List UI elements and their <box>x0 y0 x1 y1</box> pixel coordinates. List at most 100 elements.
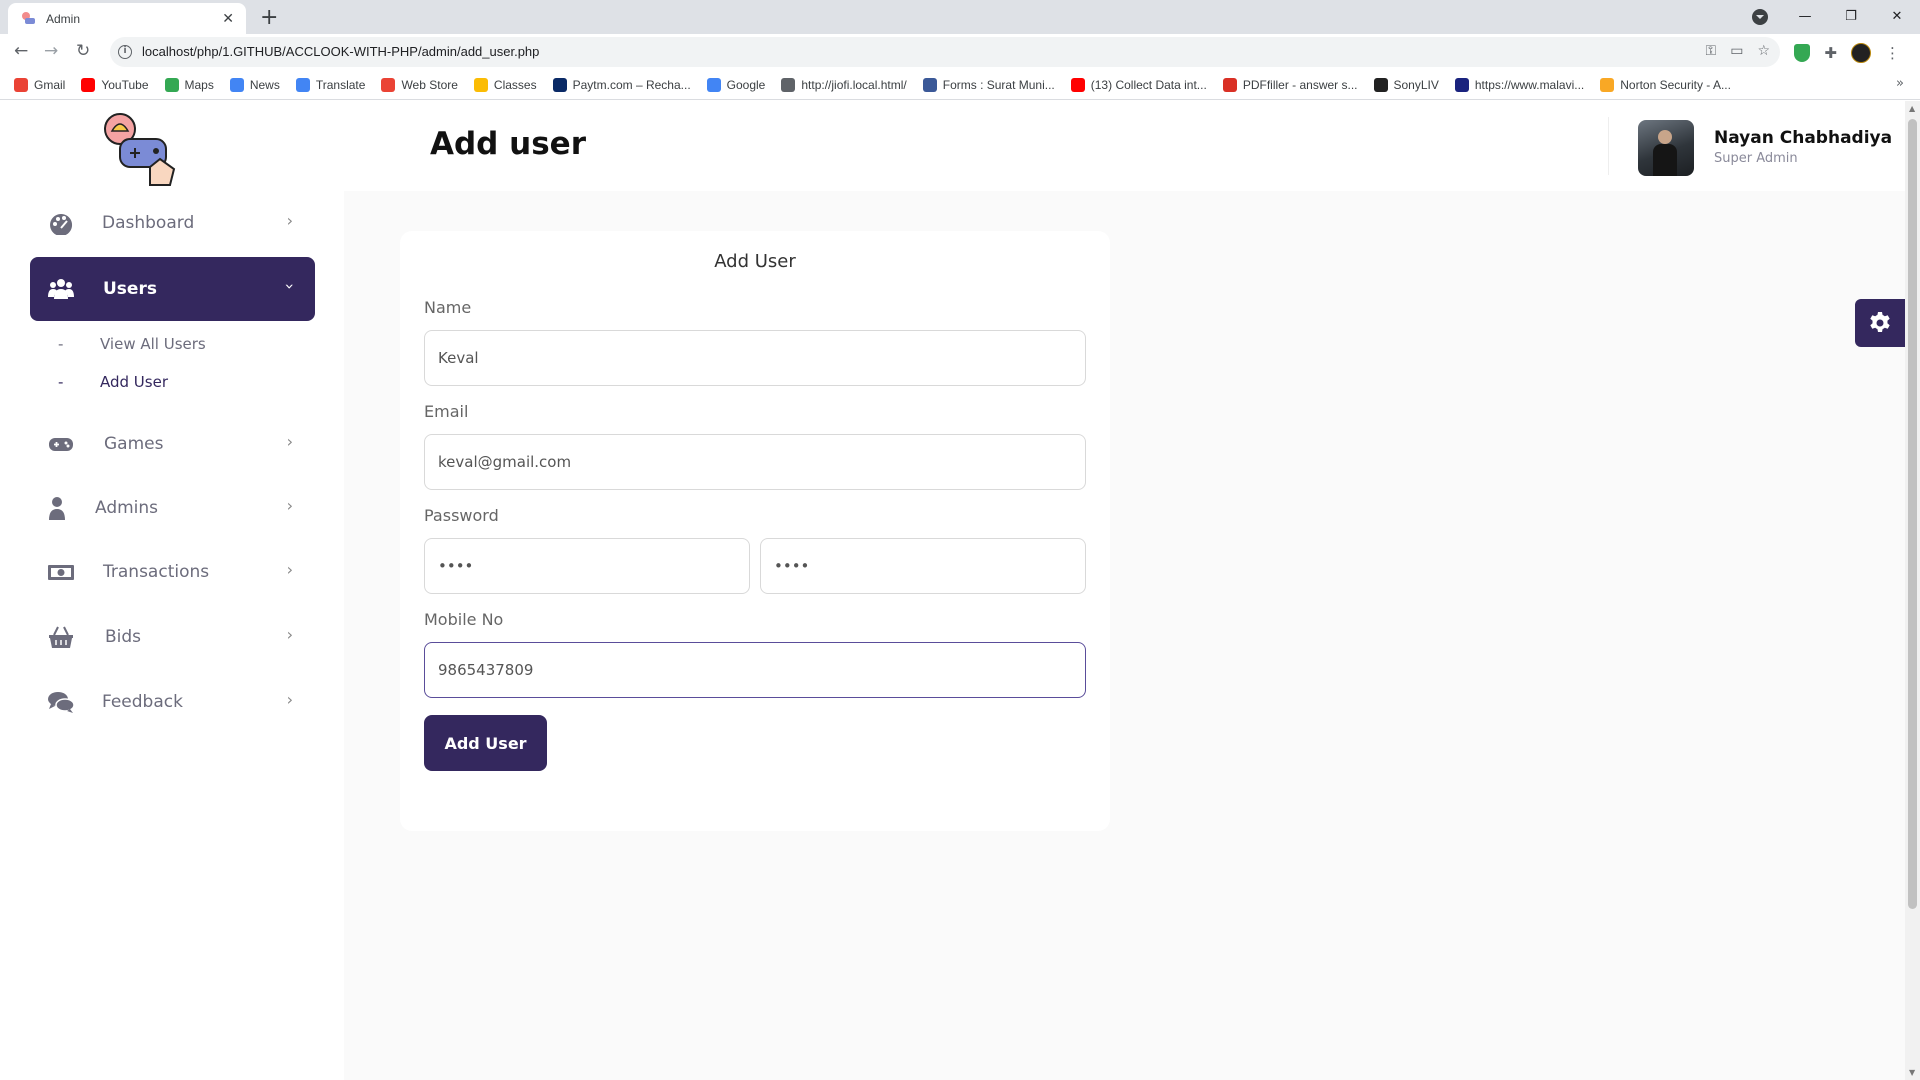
bookmark-item[interactable]: Gmail <box>14 77 66 92</box>
sidebar-item-label: Transactions <box>103 562 210 582</box>
name-field[interactable] <box>424 330 1086 386</box>
comments-icon <box>48 692 74 713</box>
tab-cast-icon[interactable]: ▭ <box>1730 43 1743 59</box>
bookmark-item[interactable]: Classes <box>473 77 537 92</box>
bookmark-favicon-icon <box>706 77 721 92</box>
user-icon <box>49 497 65 520</box>
divider <box>1608 117 1609 175</box>
sidebar-item-label: Games <box>104 434 164 454</box>
site-info-icon[interactable]: i <box>118 45 132 59</box>
bookmark-item[interactable]: Google <box>706 77 765 92</box>
chevron-right-icon: › <box>286 496 293 515</box>
bookmark-favicon-icon <box>1600 77 1615 92</box>
bookmark-item[interactable]: PDFfiller - answer s... <box>1222 77 1358 92</box>
user-role: Super Admin <box>1714 151 1798 166</box>
sidebar-item-bids[interactable]: Bids › <box>30 605 315 669</box>
password-field[interactable] <box>424 538 750 594</box>
reload-icon[interactable]: ↻ <box>76 41 90 61</box>
game-logo-icon <box>104 113 176 186</box>
profile-avatar-icon[interactable] <box>1851 43 1871 63</box>
submenu-add-user[interactable]: - Add User <box>58 373 168 391</box>
bookmark-item[interactable]: SonyLIV <box>1373 77 1439 92</box>
users-icon <box>48 279 74 299</box>
browser-tab[interactable]: Admin ✕ <box>8 3 246 34</box>
bookmarks-overflow-icon[interactable]: » <box>1896 76 1904 91</box>
name-label: Name <box>424 298 472 317</box>
bookmark-item[interactable]: Forms : Surat Muni... <box>922 77 1055 92</box>
bookmark-item[interactable]: Translate <box>295 77 365 92</box>
bookmark-label: PDFfiller - answer s... <box>1242 77 1358 92</box>
sidebar-item-feedback[interactable]: Feedback › <box>30 670 315 734</box>
submenu-view-all-users[interactable]: - View All Users <box>58 335 206 353</box>
user-name[interactable]: Nayan Chabhadiya <box>1714 128 1892 148</box>
key-icon[interactable]: ⚿ <box>1706 43 1717 59</box>
bookmark-star-icon[interactable]: ☆ <box>1757 43 1770 59</box>
bookmark-favicon-icon <box>14 77 28 92</box>
minimize-icon[interactable]: — <box>1782 9 1828 24</box>
sidebar-item-label: Dashboard <box>102 213 195 233</box>
bookmark-favicon-icon <box>552 77 567 92</box>
puzzle-extensions-icon[interactable]: ✚ <box>1824 44 1837 62</box>
bookmark-favicon-icon <box>922 77 937 92</box>
bookmark-item[interactable]: http://jiofi.local.html/ <box>781 77 907 92</box>
bookmark-favicon-icon <box>1070 77 1085 92</box>
app-root: Dashboard › Users › - View All Users - Add… <box>0 101 1905 1080</box>
bookmark-item[interactable]: Web Store <box>381 77 458 92</box>
sidebar-item-transactions[interactable]: Transactions › <box>30 540 315 604</box>
mobile-field[interactable] <box>424 642 1086 698</box>
browser-menu-icon[interactable]: ⋮ <box>1885 44 1900 62</box>
bookmark-favicon-icon <box>1454 77 1469 92</box>
bookmark-favicon-icon <box>164 77 179 92</box>
shield-extension-icon[interactable] <box>1794 44 1811 62</box>
bookmark-label: Gmail <box>34 77 66 92</box>
bookmark-item[interactable]: YouTube <box>81 77 149 92</box>
scroll-thumb[interactable] <box>1908 119 1917 909</box>
bookmark-favicon-icon <box>295 77 310 92</box>
sidebar-item-games[interactable]: Games › <box>30 412 315 476</box>
tab-close-icon[interactable]: ✕ <box>222 11 234 27</box>
bookmark-label: News <box>249 77 280 92</box>
chevron-right-icon: › <box>286 690 293 709</box>
new-tab-icon[interactable]: + <box>260 5 278 30</box>
address-bar[interactable]: i localhost/php/1.GITHUB/ACCLOOK-WITH-PH… <box>110 37 1780 67</box>
sidebar-item-admins[interactable]: Admins › <box>30 476 315 540</box>
browser-tabbar: Admin ✕ + — ❐ ✕ <box>0 0 1920 34</box>
bookmark-label: Norton Security - A... <box>1620 77 1731 92</box>
bookmark-label: YouTube <box>101 77 149 92</box>
bookmark-item[interactable]: (13) Collect Data int... <box>1070 77 1207 92</box>
confirm-password-field[interactable] <box>760 538 1086 594</box>
mobile-label: Mobile No <box>424 610 504 629</box>
settings-button[interactable] <box>1855 299 1905 347</box>
page-scrollbar[interactable]: ▲ ▼ <box>1905 101 1920 1080</box>
email-field[interactable] <box>424 434 1086 490</box>
back-icon[interactable]: ← <box>14 41 28 61</box>
scroll-down-icon[interactable]: ▼ <box>1909 1068 1915 1077</box>
url-text[interactable]: localhost/php/1.GITHUB/ACCLOOK-WITH-PHP/… <box>142 44 539 59</box>
bookmark-favicon-icon <box>229 77 244 92</box>
add-user-button[interactable]: Add User <box>424 715 547 771</box>
avatar[interactable] <box>1638 120 1694 176</box>
restore-icon[interactable]: ❐ <box>1828 9 1874 24</box>
chevron-right-icon: › <box>286 211 293 230</box>
page-title: Add user <box>430 126 586 162</box>
palette-icon <box>50 214 73 235</box>
sidebar-item-label: Bids <box>105 627 142 647</box>
bookmark-item[interactable]: Maps <box>164 77 214 92</box>
sidebar-item-label: Feedback <box>102 692 183 712</box>
bookmark-favicon-icon <box>781 77 796 92</box>
bookmark-item[interactable]: https://www.malavi... <box>1454 77 1584 92</box>
bookmark-item[interactable]: Norton Security - A... <box>1600 77 1731 92</box>
app-favicon-icon <box>22 11 35 24</box>
bookmark-label: Forms : Surat Muni... <box>942 77 1055 92</box>
bookmark-item[interactable]: News <box>229 77 280 92</box>
forward-icon[interactable]: → <box>44 41 58 61</box>
bookmark-label: Web Store <box>401 77 458 92</box>
tab-search-icon[interactable] <box>1752 9 1768 25</box>
window-controls: — ❐ ✕ <box>1782 0 1920 32</box>
scroll-up-icon[interactable]: ▲ <box>1909 104 1915 113</box>
topbar: Add user Nayan Chabhadiya Super Admin <box>344 101 1905 191</box>
sidebar-item-users[interactable]: Users › <box>30 257 315 321</box>
sidebar-item-dashboard[interactable]: Dashboard › <box>30 191 315 255</box>
close-window-icon[interactable]: ✕ <box>1874 9 1920 24</box>
bookmark-item[interactable]: Paytm.com – Recha... <box>552 77 691 92</box>
